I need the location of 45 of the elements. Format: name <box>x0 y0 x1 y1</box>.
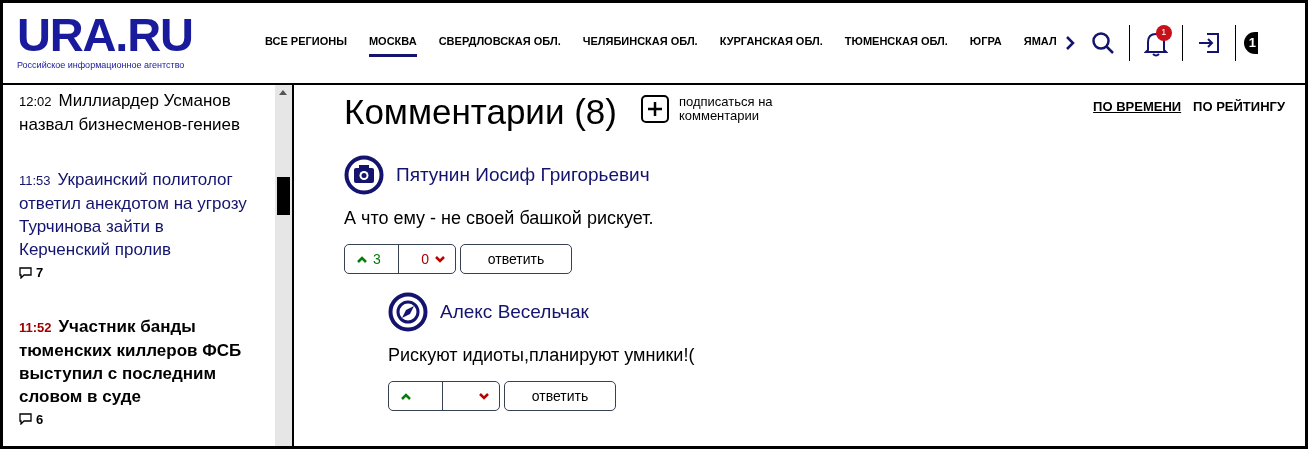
sort-tab[interactable]: ПО РЕЙТИНГУ <box>1193 97 1285 117</box>
comment-author[interactable]: Алекс Весельчак <box>440 297 589 327</box>
tagline: Российское информационное агентство <box>17 59 186 73</box>
subscribe-link[interactable]: подписаться на комментарии <box>678 95 797 123</box>
news-headline[interactable]: 11:53 Украинский политолог ответил анекдотом на угрозу Турчинова зайти в Керченский пролив <box>19 168 259 261</box>
comment-count: 6 <box>36 410 44 429</box>
camera-avatar-icon <box>344 155 384 195</box>
up-chevron-icon <box>357 255 367 263</box>
upvote-button[interactable]: 3 <box>345 245 399 273</box>
region-tab[interactable]: ЮГРА <box>969 29 1002 57</box>
region-tab[interactable]: КУРГАНСКАЯ ОБЛ. <box>719 29 823 57</box>
news-headline[interactable]: 11:52 Участник банды тюменских киллеров ФСБ выступил с последним словом в суде <box>19 314 259 408</box>
logo[interactable]: URA.RU <box>17 13 265 58</box>
region-tab[interactable]: СВЕРДЛОВСКАЯ ОБЛ. <box>438 29 561 57</box>
reply-button[interactable]: ответить <box>504 381 616 411</box>
chevron-right-icon[interactable] <box>1064 35 1075 51</box>
compass-avatar-icon <box>388 292 428 332</box>
scrollbar[interactable] <box>275 85 292 446</box>
down-chevron-icon <box>479 392 489 400</box>
up-chevron-icon <box>401 392 411 400</box>
account-badge[interactable]: 1 <box>1243 32 1258 54</box>
notification-badge: 1 <box>1155 25 1172 41</box>
comments-title: Комментарии (8) <box>344 91 617 133</box>
region-tab[interactable]: МОСКВА <box>368 29 417 57</box>
login-icon[interactable] <box>1196 31 1221 55</box>
comment-text: Рискуют идиоты,планируют умники!( <box>388 344 696 367</box>
comment-author[interactable]: Пятунин Иосиф Григорьевич <box>396 160 650 190</box>
scroll-up-icon[interactable] <box>278 88 288 96</box>
region-tab[interactable]: ВСЕ РЕГИОНЫ <box>265 29 347 57</box>
comment-icon <box>19 266 32 279</box>
down-chevron-icon <box>435 255 445 263</box>
search-icon[interactable] <box>1090 31 1115 55</box>
comment-count: 7 <box>36 264 44 282</box>
downvote-button[interactable]: 0 <box>399 245 455 273</box>
plus-icon <box>647 102 662 116</box>
region-tab[interactable]: ЧЕЛЯБИНСКАЯ ОБЛ. <box>582 29 698 57</box>
sort-tab[interactable]: ПО ВРЕМЕНИ <box>1093 97 1182 117</box>
reply-button[interactable]: ответить <box>460 244 572 274</box>
scroll-thumb[interactable] <box>277 177 290 215</box>
region-tab[interactable]: ЯМАЛ <box>1023 29 1057 57</box>
subscribe-plus-button[interactable] <box>640 95 669 123</box>
region-tab[interactable]: ТЮМЕНСКАЯ ОБЛ. <box>844 29 948 57</box>
comment-text: А что ему - не своей башкой рискует. <box>344 207 655 230</box>
news-headline[interactable]: 12:02 Миллиардер Усманов назвал бизнесменов-гениев <box>19 89 259 136</box>
comment-icon <box>19 413 32 426</box>
